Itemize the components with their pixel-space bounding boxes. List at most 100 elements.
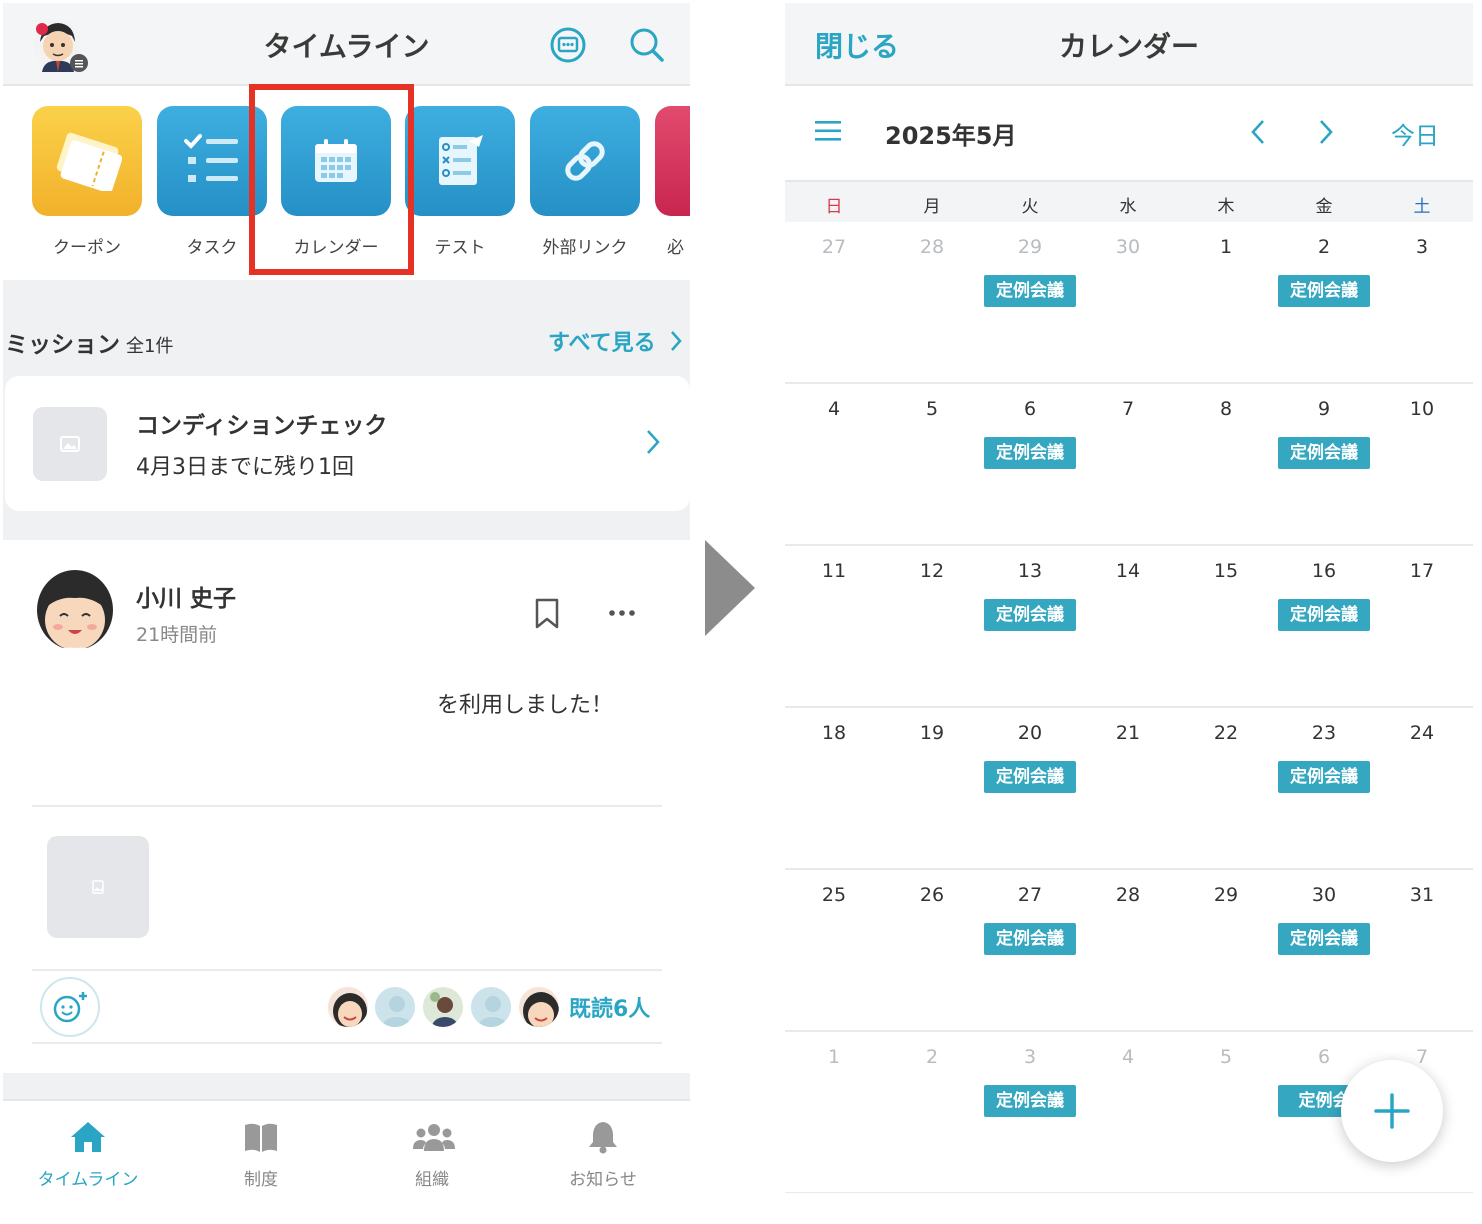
calendar-day-cell[interactable]: 3 [1373, 222, 1471, 382]
day-number: 10 [1409, 398, 1435, 420]
chevron-right-icon [645, 428, 661, 456]
calendar-day-cell[interactable]: 30 [1079, 222, 1177, 382]
app-partial[interactable] [655, 106, 690, 216]
event-chip[interactable]: 定例会議 [984, 275, 1076, 307]
day-number: 2 [1317, 236, 1331, 258]
calendar-day-cell[interactable]: 27 定例会議 [981, 870, 1079, 1030]
calendar-day-cell[interactable]: 20 定例会議 [981, 708, 1079, 868]
event-chip[interactable]: 定例会議 [1278, 275, 1370, 307]
chevron-right-icon[interactable] [1313, 117, 1339, 147]
weekday-label: 日 [825, 197, 843, 217]
day-number: 31 [1409, 884, 1435, 906]
calendar-day-cell[interactable]: 12 [883, 546, 981, 706]
event-chip[interactable]: 定例会議 [984, 599, 1076, 631]
calendar-day-cell[interactable]: 14 [1079, 546, 1177, 706]
calendar-day-cell[interactable]: 7 [1079, 384, 1177, 544]
calendar-day-cell[interactable]: 21 [1079, 708, 1177, 868]
calendar-day-cell[interactable]: 13 定例会議 [981, 546, 1079, 706]
calendar-day-cell[interactable]: 29 [1177, 870, 1275, 1030]
calendar-day-cell[interactable]: 19 [883, 708, 981, 868]
page-title: カレンダー [1058, 30, 1199, 63]
read-count[interactable]: 既読6人 [569, 991, 650, 1023]
event-chip[interactable]: 定例会議 [984, 761, 1076, 793]
event-chip[interactable]: 定例会議 [984, 437, 1076, 469]
post-image-thumbnail[interactable] [47, 836, 149, 938]
calendar-day-cell[interactable]: 17 [1373, 546, 1471, 706]
calendar-day-cell[interactable]: 3 定例会議 [981, 1032, 1079, 1192]
event-chip[interactable]: 定例会議 [1278, 761, 1370, 793]
today-button[interactable]: 今日 [1391, 116, 1439, 151]
calendar-day-cell[interactable]: 16 定例会議 [1275, 546, 1373, 706]
calendar-day-cell[interactable]: 4 [1079, 1032, 1177, 1192]
event-chip[interactable]: 定例会議 [984, 1085, 1076, 1117]
reader-avatar [469, 985, 513, 1029]
calendar-header: 閉じる カレンダー [785, 3, 1473, 86]
tab-label: 制度 [244, 1170, 278, 1190]
app-external-link[interactable] [530, 106, 640, 216]
add-reaction-button[interactable] [40, 977, 100, 1037]
calendar-day-cell[interactable]: 18 [785, 708, 883, 868]
calendar-day-cell[interactable]: 2 [883, 1032, 981, 1192]
day-number: 17 [1409, 560, 1435, 582]
day-number: 22 [1213, 722, 1239, 744]
day-number: 29 [1017, 236, 1043, 258]
author-avatar[interactable] [35, 568, 115, 654]
day-number: 14 [1115, 560, 1141, 582]
app-coupon[interactable] [32, 106, 142, 216]
calendar-day-cell[interactable]: 27 [785, 222, 883, 382]
people-icon [412, 1119, 455, 1155]
day-number: 8 [1219, 398, 1233, 420]
day-number: 20 [1017, 722, 1043, 744]
calendar-day-cell[interactable]: 9 定例会議 [1275, 384, 1373, 544]
app-test[interactable] [405, 106, 515, 216]
calendar-day-cell[interactable]: 22 [1177, 708, 1275, 868]
calendar-day-cell[interactable]: 29 定例会議 [981, 222, 1079, 382]
calendar-day-cell[interactable]: 28 [883, 222, 981, 382]
add-event-button[interactable] [1341, 1060, 1443, 1162]
chevron-left-icon[interactable] [1245, 117, 1271, 147]
chat-icon[interactable] [548, 25, 588, 65]
app-label-coupon: クーポン [53, 238, 121, 258]
event-chip[interactable]: 定例会議 [1278, 437, 1370, 469]
more-options-icon[interactable] [608, 603, 636, 623]
event-chip[interactable]: 定例会議 [1278, 599, 1370, 631]
calendar-day-cell[interactable]: 11 [785, 546, 883, 706]
see-all-link[interactable]: すべて見る [548, 325, 683, 357]
calendar-day-cell[interactable]: 28 [1079, 870, 1177, 1030]
day-number: 23 [1311, 722, 1337, 744]
calendar-day-cell[interactable]: 5 [1177, 1032, 1275, 1192]
mission-count: 全1件 [126, 336, 174, 357]
tab-organization[interactable]: 組織 [367, 1119, 497, 1190]
calendar-day-cell[interactable]: 23 定例会議 [1275, 708, 1373, 868]
bottom-tab-bar: タイムライン 制度 組織 お知らせ [3, 1099, 690, 1221]
calendar-day-cell[interactable]: 26 [883, 870, 981, 1030]
see-all-label: すべて見る [548, 331, 656, 356]
day-number: 11 [821, 560, 847, 582]
mission-card[interactable] [5, 376, 690, 511]
calendar-day-cell[interactable]: 10 [1373, 384, 1471, 544]
calendar-day-cell[interactable]: 2 定例会議 [1275, 222, 1373, 382]
calendar-day-cell[interactable]: 8 [1177, 384, 1275, 544]
tab-notifications[interactable]: お知らせ [538, 1119, 668, 1190]
calendar-day-cell[interactable]: 5 [883, 384, 981, 544]
bookmark-icon[interactable] [534, 598, 560, 630]
mission-card-title: コンディションチェック [136, 413, 388, 439]
calendar-day-cell[interactable]: 1 [785, 1032, 883, 1192]
search-icon[interactable] [627, 25, 667, 65]
calendar-day-cell[interactable]: 30 定例会議 [1275, 870, 1373, 1030]
calendar-day-cell[interactable]: 25 [785, 870, 883, 1030]
calendar-day-cell[interactable]: 4 [785, 384, 883, 544]
calendar-day-cell[interactable]: 15 [1177, 546, 1275, 706]
calendar-day-cell[interactable]: 6 定例会議 [981, 384, 1079, 544]
day-number: 12 [919, 560, 945, 582]
calendar-day-cell[interactable]: 24 [1373, 708, 1471, 868]
calendar-day-cell[interactable]: 1 [1177, 222, 1275, 382]
calendar-day-cell[interactable]: 31 [1373, 870, 1471, 1030]
weekday-label: 金 [1315, 197, 1333, 217]
hamburger-menu-icon[interactable] [813, 116, 843, 146]
event-chip[interactable]: 定例会議 [1278, 923, 1370, 955]
tab-timeline[interactable]: タイムライン [23, 1119, 153, 1190]
tab-system[interactable]: 制度 [196, 1119, 326, 1190]
event-chip[interactable]: 定例会議 [984, 923, 1076, 955]
app-label-test: テスト [434, 238, 486, 258]
